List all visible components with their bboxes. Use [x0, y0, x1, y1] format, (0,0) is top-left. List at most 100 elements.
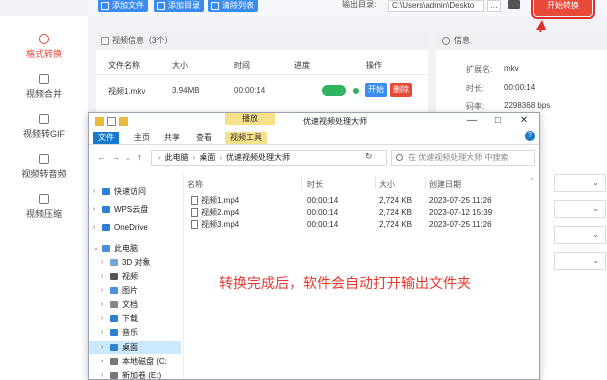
video-icon [110, 273, 118, 280]
file-row[interactable]: 视频2.mp4 00:00:14 2,724 KB 2023-07-12 15:39 [185, 207, 525, 219]
sidebar-item-merge[interactable]: 视频合并 [0, 74, 88, 100]
chevron-right-icon[interactable]: › [101, 298, 103, 311]
tree-item-label: 下载 [122, 314, 138, 323]
scroll-up-icon[interactable]: ⌃ [529, 177, 535, 185]
tree-item[interactable]: › OneDrive [89, 221, 181, 234]
file-duration: 00:00:14 [307, 196, 339, 205]
browse-button[interactable]: … [487, 0, 501, 12]
tab-home[interactable]: 主页 [129, 132, 155, 144]
chevron-down-icon: ⌄ [592, 230, 599, 239]
setting-select-4[interactable]: ⌄ [554, 252, 606, 270]
setting-select-3[interactable]: ⌄ [554, 226, 606, 244]
chevron-right-icon[interactable]: › [101, 312, 103, 325]
ribbon-tabs: 文件 主页 共享 查看 视频工具 ? [89, 131, 539, 145]
search-input[interactable]: 在 优速视频处理大师 中搜索 [391, 150, 535, 166]
context-tab-play[interactable]: 播放 [225, 113, 275, 125]
tree-item[interactable]: ⌄ 此电脑 [89, 242, 181, 255]
divider [96, 74, 428, 75]
search-icon [396, 154, 403, 161]
chevron-right-icon[interactable]: › [101, 369, 103, 379]
col-progress: 进度 [294, 61, 310, 70]
tree-item[interactable]: › 快速访问 [89, 185, 181, 198]
minimize-icon[interactable]: — [465, 115, 479, 126]
chevron-right-icon[interactable]: › [101, 284, 103, 297]
clear-list-button[interactable]: 清除列表 [208, 0, 258, 12]
address-bar[interactable]: › 此电脑 › 桌面 › 优速视频处理大师 [151, 150, 387, 166]
chevron-right-icon[interactable]: › [93, 203, 95, 216]
chevron-right-icon[interactable]: › [101, 326, 103, 339]
music-icon [110, 329, 118, 336]
add-file-button[interactable]: 添加文件 [98, 0, 148, 12]
tab-file[interactable]: 文件 [93, 132, 119, 144]
setting-select-2[interactable]: ⌄ [554, 200, 606, 218]
clear-list-label: 清除列表 [222, 1, 254, 10]
chevron-right-icon[interactable]: › [101, 256, 103, 269]
setting-select-1[interactable]: ⌄ [554, 174, 606, 192]
up-icon[interactable]: ↑ [137, 152, 142, 162]
column-divider[interactable] [301, 177, 302, 189]
help-icon[interactable]: ? [525, 131, 535, 141]
video-list-title: 视频信息（3个） [112, 36, 173, 45]
tree-item[interactable]: › 本地磁盘 (C: [89, 355, 181, 368]
refresh-icon[interactable]: ↻ [365, 151, 373, 162]
sidebar-item-format-convert[interactable]: 格式转换 [0, 34, 88, 60]
progress-toggle[interactable] [322, 85, 346, 96]
back-icon[interactable]: ← [97, 152, 106, 162]
recent-dropdown-icon[interactable]: ⌄ [125, 154, 131, 162]
crumb-desktop[interactable]: 桌面 [199, 153, 215, 162]
tree-item[interactable]: › 3D 对象 [89, 256, 181, 269]
column-divider[interactable] [375, 177, 376, 189]
forward-icon[interactable]: → [111, 152, 120, 162]
file-name: 视频2.mp4 [201, 208, 240, 217]
tab-share[interactable]: 共享 [159, 132, 185, 144]
file-row[interactable]: 视频1.mp4 00:00:14 2,724 KB 2023-07-25 11:26 [185, 195, 525, 207]
chevron-right-icon[interactable]: › [101, 341, 103, 354]
tree-item-label: 本地磁盘 (C: [122, 357, 167, 366]
open-folder-icon[interactable] [508, 0, 520, 9]
crumb-folder[interactable]: 优速视频处理大师 [226, 153, 290, 162]
tree-item[interactable]: › WPS云盘 [89, 203, 181, 216]
video-file-icon [191, 220, 198, 229]
tree-item[interactable]: › 音乐 [89, 326, 181, 339]
tab-video-tools[interactable]: 视频工具 [225, 132, 267, 144]
col-name[interactable]: 名称 [187, 179, 203, 190]
row-delete-button[interactable]: 删除 [390, 83, 412, 97]
properties-icon[interactable] [107, 117, 116, 126]
col-duration[interactable]: 时长 [307, 179, 323, 190]
sidebar-item-gif[interactable]: 视频转GIF [0, 114, 88, 140]
output-path-field[interactable]: C:\Users\admin\Deskto [388, 0, 484, 12]
close-icon[interactable]: ✕ [517, 115, 531, 126]
file-size: 2,724 KB [379, 220, 412, 229]
maximize-icon[interactable]: □ [491, 115, 505, 126]
tree-item[interactable]: › 文档 [89, 298, 181, 311]
tree-item-label: 桌面 [122, 343, 138, 352]
file-duration: 00:00:14 [307, 220, 339, 229]
tree-item[interactable]: › 图片 [89, 284, 181, 297]
tree-item[interactable]: › 新加卷 (E:) [89, 369, 181, 379]
tree-item[interactable]: › 视频 [89, 270, 181, 283]
tree-item-label: 视频 [122, 272, 138, 281]
tree-item[interactable]: › 下载 [89, 312, 181, 325]
chevron-right-icon[interactable]: › [101, 270, 103, 283]
file-row[interactable]: 视频3.mp4 00:00:14 2,724 KB 2023-07-25 11:26 [185, 219, 525, 231]
row-start-button[interactable]: 开始 [365, 83, 387, 97]
col-filesize[interactable]: 大小 [379, 179, 395, 190]
sidebar-item-audio[interactable]: 视频转音频 [0, 154, 88, 180]
pane-divider[interactable] [183, 171, 184, 379]
start-convert-button[interactable]: 开始转换 [531, 0, 595, 19]
file-size: 2,724 KB [379, 208, 412, 217]
tree-item[interactable]: › 桌面 [89, 341, 181, 354]
file-explorer-window: 播放 优速视频处理大师 — □ ✕ 文件 主页 共享 查看 视频工具 ? ← →… [88, 112, 540, 380]
sidebar-item-compress[interactable]: 视频压缩 [0, 194, 88, 220]
chevron-right-icon[interactable]: › [93, 221, 95, 234]
column-divider[interactable] [425, 177, 426, 189]
tab-view[interactable]: 查看 [191, 132, 217, 144]
chevron-right-icon[interactable]: › [93, 185, 95, 198]
new-folder-icon[interactable] [119, 117, 128, 126]
crumb-pc[interactable]: 此电脑 [165, 153, 189, 162]
chevron-down-icon[interactable]: ⌄ [93, 242, 99, 255]
col-created[interactable]: 创建日期 [429, 179, 461, 190]
chevron-right-icon[interactable]: › [101, 355, 103, 368]
add-folder-button[interactable]: 添加目录 [154, 0, 204, 12]
add-file-icon [101, 2, 109, 10]
